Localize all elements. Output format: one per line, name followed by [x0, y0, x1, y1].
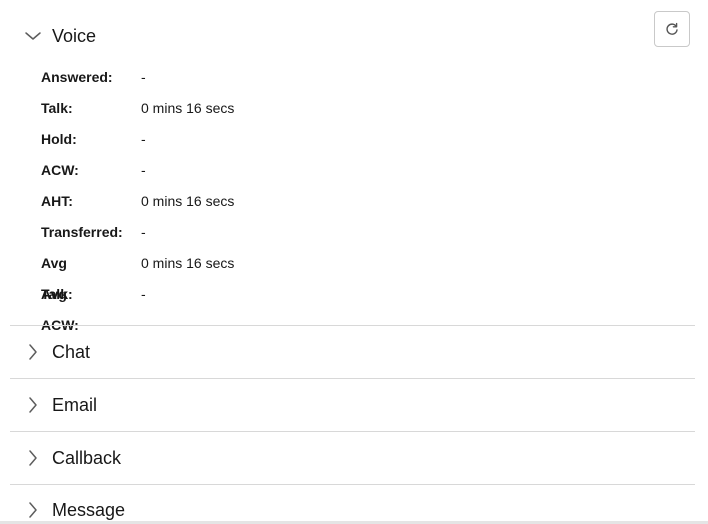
stat-value: - [141, 224, 146, 240]
section-email-title: Email [52, 394, 98, 415]
stat-label: Hold: [41, 131, 77, 147]
divider [10, 325, 695, 326]
section-email-header[interactable]: Email [10, 387, 695, 423]
stat-value: 0 mins 16 secs [141, 100, 235, 116]
section-callback-title: Callback [52, 447, 122, 468]
chevron-right-icon [23, 500, 43, 520]
section-voice-title: Voice [52, 25, 97, 46]
stat-value: - [141, 131, 146, 147]
stat-label: Answered: [41, 69, 113, 85]
section-message-title: Message [52, 499, 126, 520]
chevron-right-icon [23, 342, 43, 362]
stat-label: AHT: [41, 193, 73, 209]
divider [10, 378, 695, 379]
chevron-right-icon [23, 448, 43, 468]
stat-value: - [141, 286, 146, 302]
stat-value: - [141, 69, 146, 85]
stat-label: Transferred: [41, 224, 123, 240]
stat-label: Talk: [41, 100, 73, 116]
stat-value: 0 mins 16 secs [141, 193, 235, 209]
section-voice-header[interactable]: Voice [10, 18, 695, 54]
stat-label: Avg ACW: [41, 286, 79, 333]
section-chat-header[interactable]: Chat [10, 334, 695, 370]
divider [10, 431, 695, 432]
chevron-right-icon [23, 395, 43, 415]
channel-stats-panel: Voice Answered: - Talk: 0 mins 16 secs H… [0, 0, 708, 524]
chevron-down-icon [23, 26, 43, 46]
section-callback-header[interactable]: Callback [10, 440, 695, 476]
stat-label: ACW: [41, 162, 79, 178]
section-message-header[interactable]: Message [10, 492, 695, 524]
stat-value: - [141, 162, 146, 178]
section-chat-title: Chat [52, 341, 91, 362]
divider [10, 484, 695, 485]
stat-value: 0 mins 16 secs [141, 255, 235, 271]
